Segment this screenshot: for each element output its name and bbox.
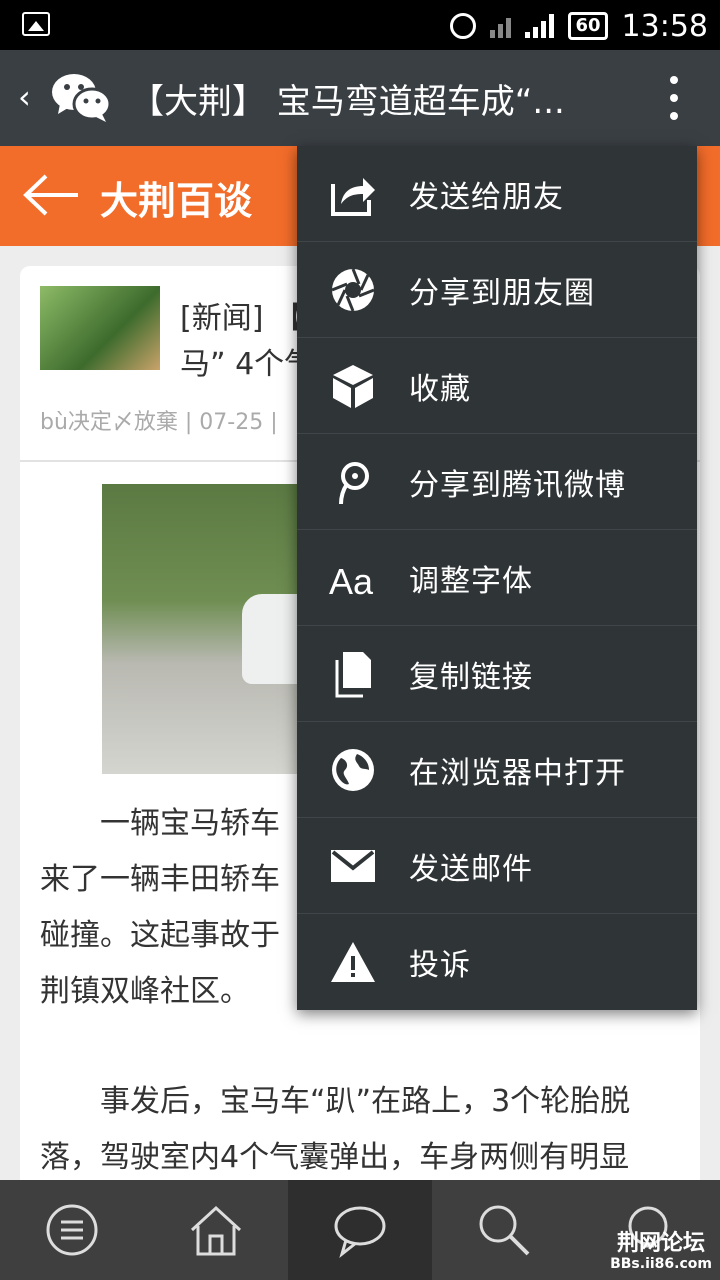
home-icon — [190, 1205, 242, 1256]
dot-icon — [670, 112, 678, 120]
forum-title: 大荆百谈 — [100, 179, 253, 223]
menu-item-copy-link[interactable]: 复制链接 — [297, 626, 697, 722]
menu-item-share-weibo[interactable]: 分享到腾讯微博 — [297, 434, 697, 530]
post-meta: bù决定〆放棄 | 07-25 | — [40, 410, 278, 435]
image-notification-icon — [22, 12, 50, 36]
clock: 13:58 — [621, 8, 708, 44]
battery-icon: 60 — [568, 12, 608, 40]
watermark-url: BBs.ii86.com — [610, 1256, 712, 1272]
wechat-header: ‹ 【大荆】 宝马弯道超车成“... — [0, 50, 720, 146]
wechat-logo-icon[interactable] — [50, 70, 112, 126]
nav-search[interactable] — [432, 1180, 576, 1280]
back-button[interactable]: ‹ — [18, 78, 31, 116]
watermark-title: 荆网论坛 — [617, 1231, 706, 1256]
menu-item-share-moments[interactable]: 分享到朋友圈 — [297, 242, 697, 338]
moments-icon — [331, 268, 375, 312]
menu-item-font-size[interactable]: Aa 调整字体 — [297, 530, 697, 626]
forum-watermark: 荆网论坛 BBs.ii86.com — [610, 1231, 712, 1273]
menu-item-label: 复制链接 — [409, 660, 533, 695]
globe-icon — [332, 749, 374, 791]
favorite-cube-icon — [333, 365, 373, 408]
menu-item-favorite[interactable]: 收藏 — [297, 338, 697, 434]
bottom-nav: 荆网论坛 BBs.ii86.com — [0, 1180, 720, 1280]
menu-item-send-mail[interactable]: 发送邮件 — [297, 818, 697, 914]
nav-chat[interactable] — [288, 1180, 432, 1280]
menu-item-label: 分享到朋友圈 — [409, 276, 595, 311]
avatar[interactable] — [40, 286, 160, 370]
menu-item-label: 投诉 — [409, 948, 471, 983]
dot-icon — [670, 94, 678, 102]
status-bar: 60 13:58 — [0, 0, 720, 50]
arrow-left-icon[interactable] — [22, 174, 82, 216]
nav-menu[interactable] — [0, 1180, 144, 1280]
menu-item-label: 在浏览器中打开 — [409, 756, 626, 791]
menu-item-label: 调整字体 — [409, 564, 533, 599]
overflow-menu: 发送给朋友 分享到朋友圈 收藏 分享到腾讯微博 Aa 调整字体 复制链接 在浏览… — [297, 146, 697, 1010]
share-icon — [331, 178, 375, 216]
tencent-weibo-icon — [339, 462, 369, 505]
dot-icon — [670, 76, 678, 84]
font-size-icon: Aa — [329, 561, 374, 602]
status-right: 60 13:58 — [450, 6, 708, 46]
menu-item-report[interactable]: 投诉 — [297, 914, 697, 1010]
svg-text:Aa: Aa — [329, 561, 374, 602]
chat-icon — [334, 1206, 386, 1258]
alarm-icon — [450, 13, 477, 39]
menu-item-label: 收藏 — [409, 372, 471, 407]
signal-icon — [525, 14, 555, 38]
accident-photo[interactable] — [102, 484, 322, 774]
nav-bulb[interactable]: 荆网论坛 BBs.ii86.com — [576, 1180, 720, 1280]
body-line: 落，驾驶室内4个气囊弹出，车身两侧有明显 — [40, 1140, 630, 1175]
menu-item-send-to-friend[interactable]: 发送给朋友 — [297, 146, 697, 242]
search-icon — [479, 1205, 530, 1256]
nav-home[interactable] — [144, 1180, 288, 1280]
mail-icon — [331, 850, 375, 882]
menu-item-label: 发送邮件 — [409, 852, 533, 887]
warning-icon — [331, 942, 375, 982]
copy-icon — [335, 652, 371, 698]
menu-icon — [46, 1204, 98, 1256]
wifi-icon — [490, 14, 512, 38]
page-title: 【大荆】 宝马弯道超车成“... — [130, 82, 565, 122]
menu-item-open-browser[interactable]: 在浏览器中打开 — [297, 722, 697, 818]
more-menu-button[interactable] — [670, 76, 680, 120]
body-line: 事发后，宝马车“趴”在路上，3个轮胎脱 — [40, 1084, 631, 1119]
menu-item-label: 发送给朋友 — [409, 180, 564, 215]
menu-item-label: 分享到腾讯微博 — [409, 468, 626, 503]
